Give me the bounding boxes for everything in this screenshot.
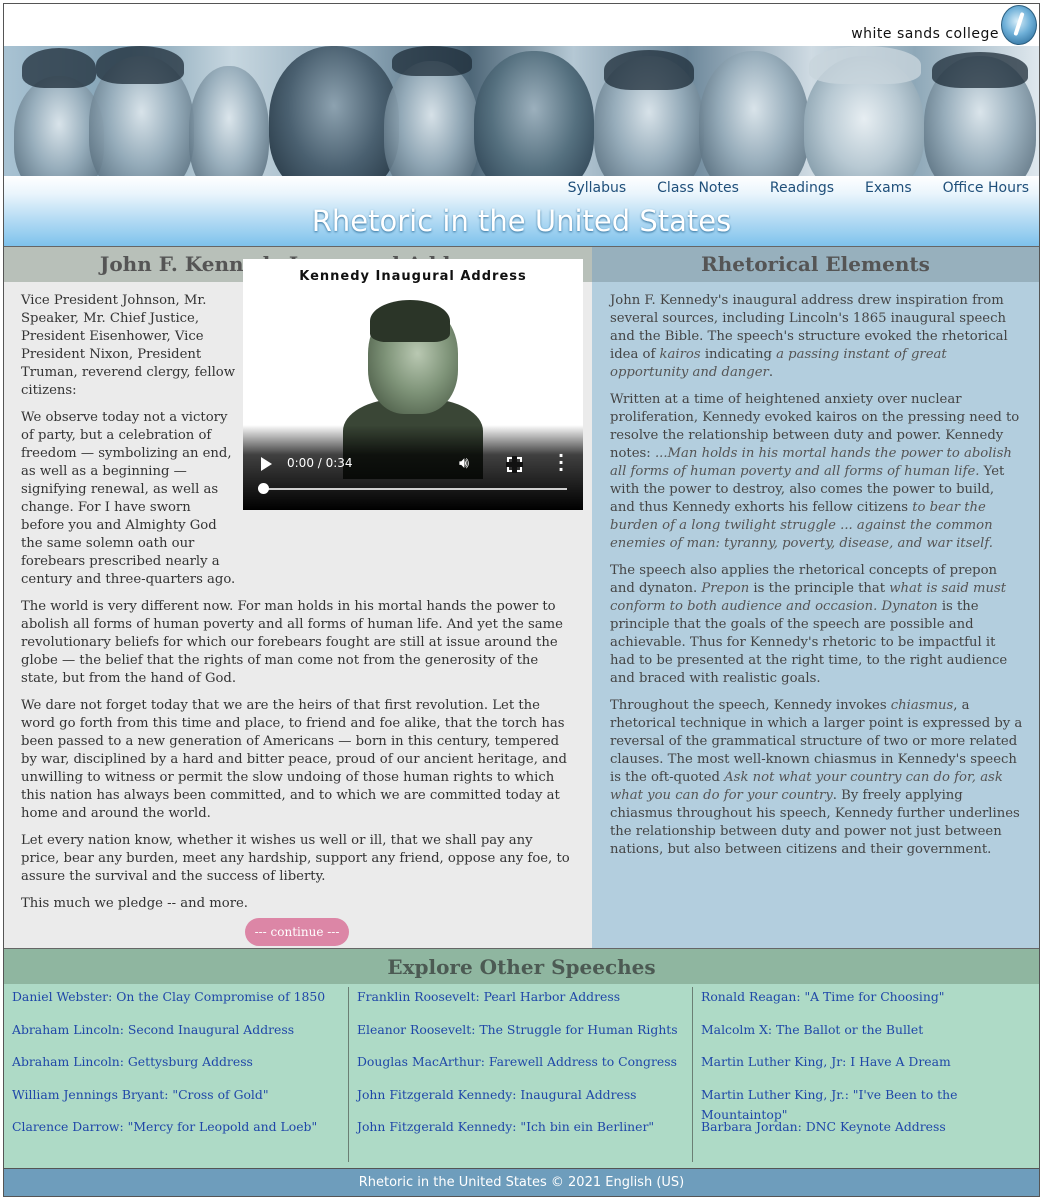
speech-paragraph: Let every nation know, whether it wishes…	[21, 833, 570, 884]
nav-class-notes[interactable]: Class Notes	[636, 180, 749, 196]
speech-link[interactable]: Clarence Darrow: "Mercy for Leopold and …	[12, 1117, 342, 1150]
logo-bar: white sands college	[4, 4, 1039, 46]
elements-paragraph: Throughout the speech, Kennedy invokes c…	[610, 698, 1023, 857]
speech-links-column-1: Daniel Webster: On the Clay Compromise o…	[12, 987, 342, 1162]
speech-link[interactable]: John Fitzgerald Kennedy: "Ich bin ein Be…	[357, 1117, 687, 1150]
explore-speeches-section: Explore Other Speeches Daniel Webster: O…	[4, 948, 1039, 1169]
elements-heading: Rhetorical Elements	[592, 247, 1039, 282]
speech-paragraph: Vice President Johnson, Mr. Speaker, Mr.…	[21, 293, 236, 398]
speech-link[interactable]: Martin Luther King, Jr.: "I've Been to t…	[701, 1085, 1031, 1122]
speech-paragraph: This much we pledge -- and more.	[21, 896, 249, 911]
speech-link[interactable]: Barbara Jordan: DNC Keynote Address	[701, 1117, 1031, 1150]
page-frame: white sands college Syllabus Class Notes…	[3, 3, 1040, 1197]
speech-paragraph: We observe today not a victory of party,…	[21, 410, 236, 587]
speech-text: Vice President Johnson, Mr. Speaker, Mr.…	[4, 282, 592, 913]
speech-paragraph: We dare not forget today that we are the…	[21, 698, 567, 821]
elements-paragraph: The speech also applies the rhetorical c…	[610, 563, 1008, 686]
speech-paragraph: The world is very different now. For man…	[21, 599, 563, 686]
speech-links-column-3: Ronald Reagan: "A Time for Choosing" Mal…	[692, 987, 1031, 1162]
speech-link[interactable]: Abraham Lincoln: Gettysburg Address	[12, 1052, 342, 1085]
speech-link[interactable]: William Jennings Bryant: "Cross of Gold"	[12, 1085, 342, 1118]
speech-link[interactable]: Abraham Lincoln: Second Inaugural Addres…	[12, 1020, 342, 1053]
explore-heading: Explore Other Speeches	[4, 949, 1039, 984]
nav-readings[interactable]: Readings	[749, 180, 844, 196]
navigation-band: Syllabus Class Notes Readings Exams Offi…	[4, 176, 1039, 246]
college-logo-icon[interactable]	[1001, 5, 1037, 45]
college-name[interactable]: white sands college	[851, 26, 999, 42]
elements-paragraph: John F. Kennedy's inaugural address drew…	[610, 293, 1008, 380]
rhetorical-elements-column: Rhetorical Elements John F. Kennedy's in…	[592, 246, 1039, 949]
speech-link[interactable]: Franklin Roosevelt: Pearl Harbor Address	[357, 987, 687, 1020]
speech-link[interactable]: John Fitzgerald Kennedy: Inaugural Addre…	[357, 1085, 687, 1118]
speech-links-column-2: Franklin Roosevelt: Pearl Harbor Address…	[348, 987, 687, 1162]
site-title: Rhetoric in the United States	[311, 204, 732, 238]
nav-exams[interactable]: Exams	[844, 180, 922, 196]
nav-syllabus[interactable]: Syllabus	[547, 180, 637, 196]
nav-office-hours[interactable]: Office Hours	[922, 180, 1039, 196]
speech-link[interactable]: Ronald Reagan: "A Time for Choosing"	[701, 987, 1031, 1020]
speech-link[interactable]: Malcolm X: The Ballot or the Bullet	[701, 1020, 1031, 1053]
footer: Rhetoric in the United States © 2021 Eng…	[4, 1168, 1039, 1196]
main-nav: Syllabus Class Notes Readings Exams Offi…	[547, 180, 1039, 196]
speech-link[interactable]: Martin Luther King, Jr: I Have A Dream	[701, 1052, 1031, 1085]
continue-button[interactable]: --- continue ---	[245, 918, 349, 946]
speech-link[interactable]: Douglas MacArthur: Farewell Address to C…	[357, 1052, 687, 1085]
elements-paragraph: Written at a time of heightened anxiety …	[610, 392, 1020, 551]
elements-text: John F. Kennedy's inaugural address drew…	[592, 282, 1039, 859]
portrait-collage-banner	[4, 46, 1039, 176]
speech-column: John F. Kennedy Inaugural Address Kenned…	[4, 246, 592, 949]
speech-links: Daniel Webster: On the Clay Compromise o…	[4, 987, 1039, 1167]
speech-link[interactable]: Eleanor Roosevelt: The Struggle for Huma…	[357, 1020, 687, 1053]
speech-link[interactable]: Daniel Webster: On the Clay Compromise o…	[12, 987, 342, 1020]
